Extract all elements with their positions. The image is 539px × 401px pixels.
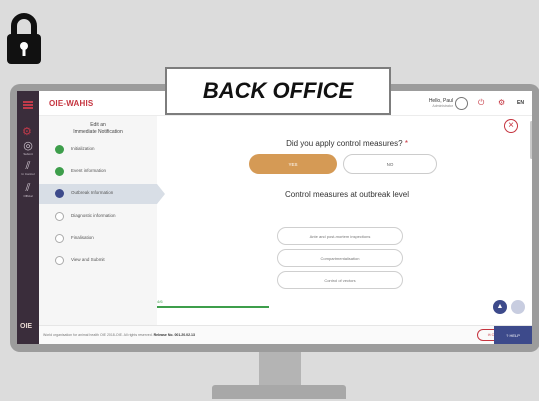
lock-icon (7, 13, 41, 64)
progress-bar (157, 306, 269, 308)
monitor-frame: ⚙ ◎ Submit ⫽ In Control ⫽ Official OIE O… (10, 84, 539, 352)
footer: World organisation for animal health OIE… (39, 325, 532, 344)
rail-item-submit[interactable]: ◎ Submit (17, 140, 39, 157)
step-diagnostic-information[interactable]: Diagnostic information (39, 207, 157, 227)
gear-icon[interactable]: ⚙ (22, 125, 32, 138)
chart-icon: ⫽ (25, 160, 31, 172)
eye-icon: ◎ (23, 140, 33, 152)
step-status-icon (55, 256, 64, 265)
app-brand[interactable]: OIE-WAHIS (49, 99, 93, 108)
settings-icon[interactable]: ⚙ (498, 98, 505, 107)
step-event-information[interactable]: Event information (39, 162, 157, 182)
rail-item-control[interactable]: ⫽ In Control (17, 160, 39, 177)
section-heading: Control measures at outbreak level (284, 190, 410, 199)
scrollbar[interactable] (530, 121, 532, 159)
menu-icon[interactable] (23, 101, 33, 109)
monitor-neck (259, 352, 301, 386)
monitor-stand (212, 385, 346, 399)
language-selector[interactable]: EN (517, 100, 524, 106)
step-status-icon (55, 212, 64, 221)
scroll-up-button[interactable]: ▲ (493, 300, 507, 314)
close-icon[interactable]: × (504, 119, 518, 133)
help-button[interactable]: ? HELP (494, 326, 532, 344)
step-outbreak-information[interactable]: Outbreak Information (39, 184, 165, 204)
progress-label: 4/6 (157, 299, 163, 304)
option-control-of-vectors[interactable]: Control of vectors (277, 271, 403, 289)
avatar[interactable] (455, 97, 468, 110)
control-measures-question: Did you apply control measures? * (286, 139, 408, 148)
step-initialization[interactable]: Initialization (39, 140, 157, 160)
logout-icon[interactable]: ⏻ (478, 98, 484, 108)
user-greeting: Hello, Paul Administrator (428, 98, 453, 108)
steps-sidebar: Edit an Immediate Notification Initializ… (39, 116, 165, 325)
step-status-icon (55, 167, 64, 176)
steps-title: Edit an Immediate Notification (73, 122, 123, 135)
copyright-text: World organisation for animal health OIE… (43, 333, 195, 337)
step-finalisation[interactable]: Finalisation (39, 229, 157, 249)
app-screen: ⚙ ◎ Submit ⫽ In Control ⫽ Official OIE O… (17, 91, 532, 344)
chart-icon: ⫽ (25, 182, 31, 194)
step-status-icon (55, 189, 64, 198)
option-inspections[interactable]: Ante and post-mortem inspections (277, 227, 403, 245)
oie-logo: OIE (20, 323, 33, 330)
step-status-icon (55, 145, 64, 154)
no-button[interactable]: NO (343, 154, 437, 174)
option-compartmentalisation[interactable]: Compartmentalisation (277, 249, 403, 267)
step-status-icon (55, 234, 64, 243)
step-view-and-submit[interactable]: View and Submit (39, 251, 157, 271)
yes-button[interactable]: YES (249, 154, 337, 174)
back-office-banner: BACK OFFICE (165, 67, 391, 115)
rail-item-official[interactable]: ⫽ Official (17, 182, 39, 199)
scroll-down-button[interactable] (511, 300, 525, 314)
left-rail: ⚙ ◎ Submit ⫽ In Control ⫽ Official OIE (17, 91, 39, 344)
